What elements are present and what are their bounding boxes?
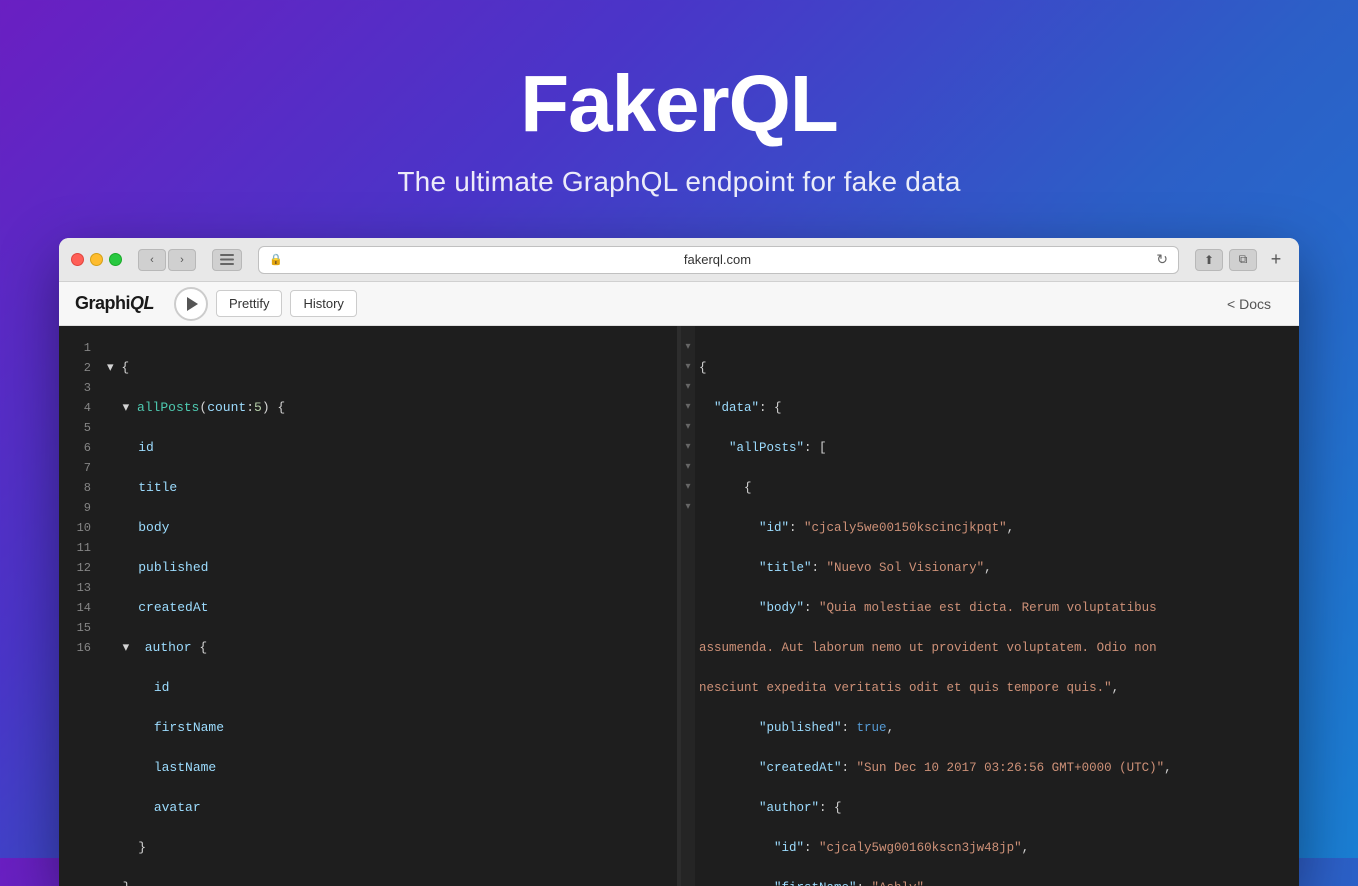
new-tab-button[interactable]: ⧉ <box>1229 249 1257 271</box>
minimize-button[interactable] <box>90 253 103 266</box>
code-line: lastName <box>107 758 665 778</box>
docs-button[interactable]: < Docs <box>1215 291 1283 317</box>
traffic-lights <box>71 253 122 266</box>
code-line: createdAt <box>107 598 665 618</box>
code-line: avatar <box>107 798 665 818</box>
execute-button[interactable] <box>174 287 208 321</box>
code-line: } <box>107 838 665 858</box>
close-button[interactable] <box>71 253 84 266</box>
graphiql-toolbar: GraphiQL Prettify History < Docs <box>59 282 1299 326</box>
nav-buttons: ‹ › <box>138 249 196 271</box>
reload-button[interactable]: ↻ <box>1156 251 1168 268</box>
line-numbers: 1 2 3 4 5 6 7 8 9 10 11 12 13 14 15 16 <box>59 326 99 886</box>
code-line: id <box>107 438 665 458</box>
query-editor[interactable]: ▾ { ▾ allPosts(count:5) { id title body … <box>99 326 677 886</box>
share-button[interactable]: ⬆ <box>1195 249 1223 271</box>
forward-button[interactable]: › <box>168 249 196 271</box>
browser-window: ‹ › 🔒 fakerql.com ↻ ⬆ ⧉ + GraphiQL <box>59 238 1299 886</box>
code-line: published <box>107 558 665 578</box>
hero-title: FakerQL <box>397 60 960 148</box>
play-icon <box>187 297 198 311</box>
result-content: { "data": { "allPosts": [ { "id": "cjcal… <box>695 326 1299 886</box>
browser-actions: ⬆ ⧉ <box>1195 249 1257 271</box>
browser-titlebar: ‹ › 🔒 fakerql.com ↻ ⬆ ⧉ + <box>59 238 1299 282</box>
code-line: ▾ { <box>107 358 665 378</box>
lock-icon: 🔒 <box>269 253 283 266</box>
graphiql-logo: GraphiQL <box>75 293 154 314</box>
code-line: firstName <box>107 718 665 738</box>
graphiql-panels: 1 2 3 4 5 6 7 8 9 10 11 12 13 14 15 16 <box>59 326 1299 886</box>
maximize-button[interactable] <box>109 253 122 266</box>
graphiql-interface: GraphiQL Prettify History < Docs 1 2 3 4… <box>59 282 1299 886</box>
code-line: ▾ allPosts(count:5) { <box>107 398 665 418</box>
add-tab-button[interactable]: + <box>1265 249 1287 271</box>
sidebar-toggle-button[interactable] <box>212 249 242 271</box>
code-line: title <box>107 478 665 498</box>
prettify-button[interactable]: Prettify <box>216 290 282 317</box>
hero-section: FakerQL The ultimate GraphQL endpoint fo… <box>397 0 960 238</box>
history-button[interactable]: History <box>290 290 356 317</box>
result-collapse-arrows: ▾ ▾ ▾ ▾ ▾ ▾ ▾ ▾ ▾ <box>681 326 695 886</box>
code-line: ▾ author { <box>107 638 665 658</box>
code-line: id <box>107 678 665 698</box>
back-button[interactable]: ‹ <box>138 249 166 271</box>
code-line: body <box>107 518 665 538</box>
url-text: fakerql.com <box>289 252 1147 267</box>
address-bar[interactable]: 🔒 fakerql.com ↻ <box>258 246 1179 274</box>
result-panel: ▾ ▾ ▾ ▾ ▾ ▾ ▾ ▾ ▾ { "data": { "allPosts"… <box>677 326 1299 886</box>
hero-subtitle: The ultimate GraphQL endpoint for fake d… <box>397 166 960 198</box>
code-line: } <box>107 878 665 886</box>
editor-panel[interactable]: 1 2 3 4 5 6 7 8 9 10 11 12 13 14 15 16 <box>59 326 677 886</box>
